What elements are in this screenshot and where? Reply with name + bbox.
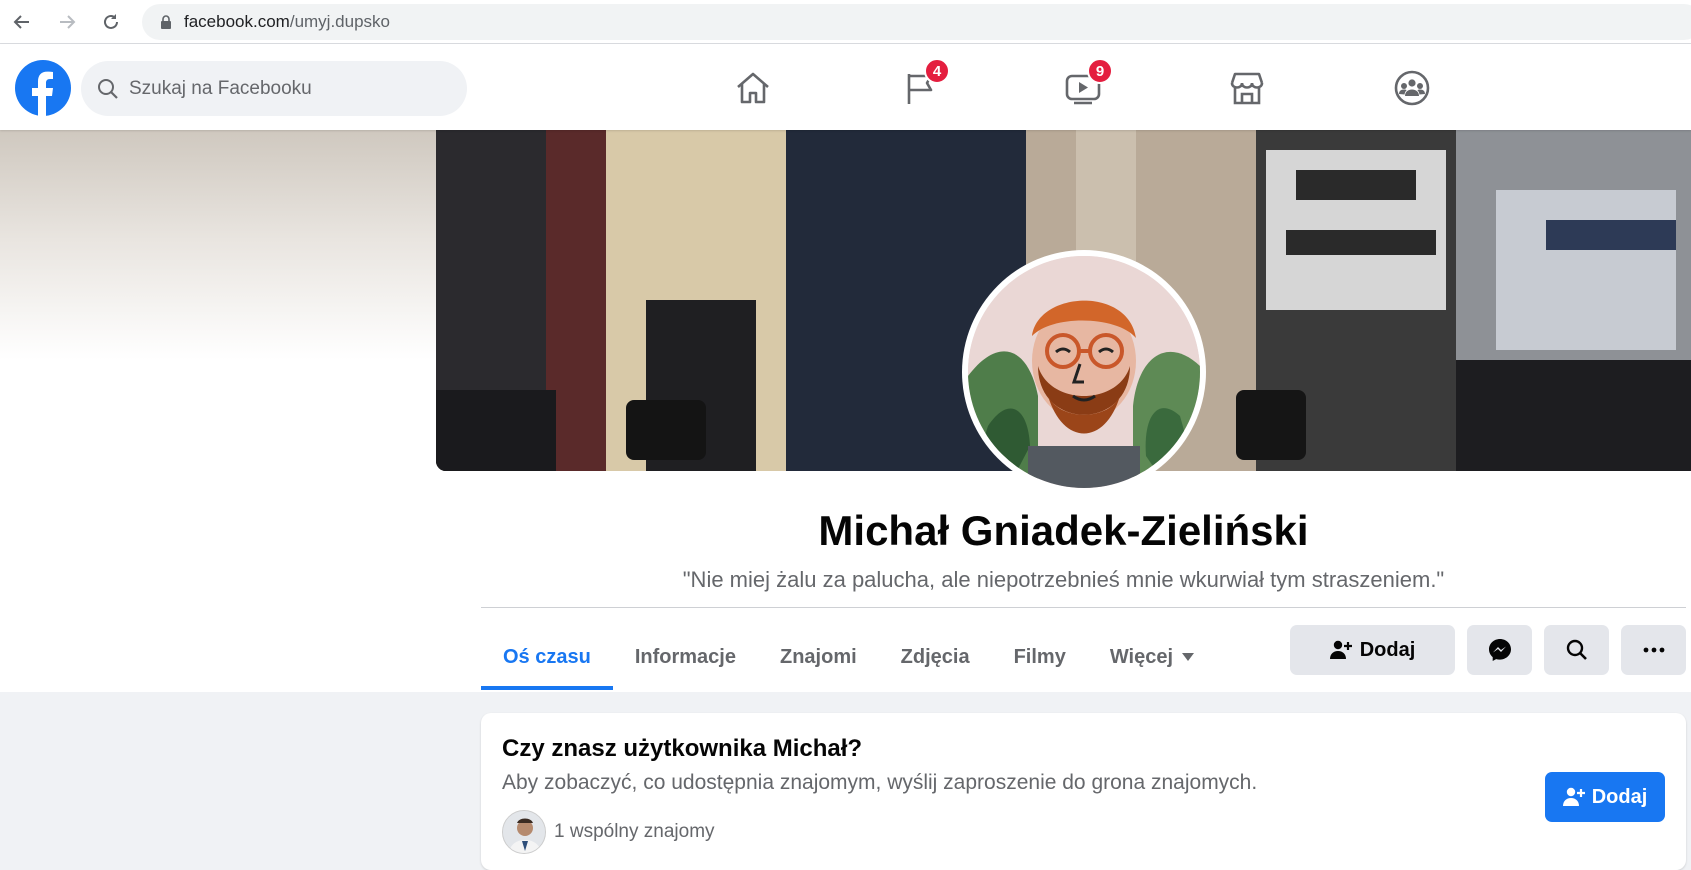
card-subtitle: Aby zobaczyć, co udostępnia znajomym, wy… <box>502 771 1258 794</box>
card-add-friend-button[interactable]: Dodaj <box>1545 772 1665 822</box>
add-friend-icon <box>1329 640 1352 659</box>
tab-videos[interactable]: Filmy <box>992 624 1088 690</box>
profile-avatar[interactable] <box>962 250 1206 494</box>
mutual-friends-label: 1 wspólny znajomy <box>554 821 715 842</box>
tab-friends[interactable]: Znajomi <box>758 624 879 690</box>
tab-photos[interactable]: Zdjęcia <box>879 624 992 690</box>
profile-tabs: Oś czasu Informacje Znajomi Zdjęcia Film… <box>481 624 1217 690</box>
forward-arrow-icon <box>60 15 76 29</box>
watch-notification-badge: 9 <box>1087 58 1113 84</box>
search-input[interactable] <box>129 77 429 100</box>
forward-button[interactable] <box>53 8 81 36</box>
caret-down-icon <box>1182 653 1195 661</box>
marketplace-icon <box>1230 72 1264 105</box>
search-icon <box>98 78 118 99</box>
tab-label: Informacje <box>634 645 736 668</box>
home-icon <box>737 72 769 104</box>
profile-bio: "Nie miej żalu za palucha, ale niepotrze… <box>682 567 1445 592</box>
facebook-logo-icon[interactable] <box>15 60 71 116</box>
facebook-top-bar: 4 9 <box>0 44 1691 130</box>
avatar-illustration <box>968 256 1200 488</box>
profile-search-button[interactable] <box>1544 625 1609 675</box>
back-button[interactable] <box>8 8 36 36</box>
tab-label: Więcej <box>1109 645 1174 668</box>
back-arrow-icon <box>13 15 29 29</box>
search-icon <box>1566 639 1587 660</box>
address-bar[interactable]: facebook.com/umyj.dupsko <box>142 4 1691 40</box>
browser-toolbar: facebook.com/umyj.dupsko <box>0 0 1691 44</box>
nav-groups[interactable] <box>1388 64 1436 112</box>
nav-pages[interactable]: 4 <box>896 58 950 112</box>
nav-marketplace[interactable] <box>1223 64 1271 112</box>
profile-divider <box>481 607 1686 608</box>
url-domain: facebook.com <box>184 12 290 31</box>
profile-name: Michał Gniadek-Zieliński <box>818 507 1309 554</box>
messenger-button[interactable] <box>1467 625 1532 675</box>
tab-label: Filmy <box>1013 645 1066 668</box>
friend-request-card: Czy znasz użytkownika Michał? Aby zobacz… <box>481 713 1686 870</box>
add-friend-button[interactable]: Dodaj <box>1290 625 1455 675</box>
more-options-button[interactable] <box>1621 625 1686 675</box>
nav-home[interactable] <box>729 64 777 112</box>
url-path: /umyj.dupsko <box>289 12 391 31</box>
mutual-friend-avatar <box>502 810 546 854</box>
card-add-label: Dodaj <box>1591 785 1648 808</box>
reload-button[interactable] <box>97 8 125 36</box>
tab-about[interactable]: Informacje <box>613 624 758 690</box>
more-dots-icon <box>1643 647 1664 653</box>
reload-icon <box>104 14 118 29</box>
add-friend-label: Dodaj <box>1359 638 1416 661</box>
tab-more[interactable]: Więcej <box>1088 624 1217 690</box>
lock-icon <box>161 15 171 29</box>
pages-notification-badge: 4 <box>924 58 950 84</box>
card-title: Czy znasz użytkownika Michał? <box>502 735 863 762</box>
tab-label: Oś czasu <box>503 645 591 668</box>
search-bar[interactable] <box>81 61 467 116</box>
nav-watch[interactable]: 9 <box>1059 58 1113 112</box>
groups-icon <box>1394 70 1430 106</box>
person-avatar-icon <box>503 811 545 853</box>
tab-label: Znajomi <box>779 645 857 668</box>
tab-label: Zdjęcia <box>900 645 970 668</box>
mutual-friends[interactable]: 1 wspólny znajomy <box>502 810 715 854</box>
add-friend-icon <box>1562 787 1585 806</box>
messenger-icon <box>1488 639 1511 661</box>
tab-timeline[interactable]: Oś czasu <box>481 624 613 690</box>
